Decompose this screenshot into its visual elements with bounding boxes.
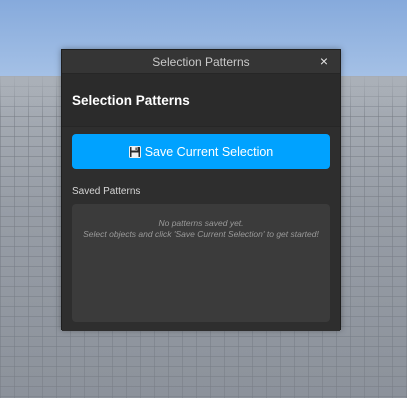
viewport-3d[interactable]: Selection Patterns × Selection Patterns …	[0, 0, 407, 398]
empty-state-line-2: Select objects and click 'Save Current S…	[83, 229, 319, 239]
empty-state-message: No patterns saved yet. Select objects an…	[72, 218, 330, 240]
close-icon[interactable]: ×	[316, 53, 332, 69]
empty-state-line-1: No patterns saved yet.	[158, 218, 244, 228]
window-titlebar[interactable]: Selection Patterns ×	[62, 50, 340, 74]
saved-patterns-label: Saved Patterns	[72, 186, 141, 197]
saved-patterns-list[interactable]: No patterns saved yet. Select objects an…	[72, 204, 330, 322]
window-title: Selection Patterns	[152, 54, 250, 69]
panel-header: Selection Patterns	[62, 74, 340, 127]
panel-heading: Selection Patterns	[72, 92, 190, 108]
selection-patterns-window: Selection Patterns × Selection Patterns …	[61, 49, 341, 331]
save-current-selection-button[interactable]: Save Current Selection	[72, 134, 330, 169]
save-button-label: Save Current Selection	[144, 144, 274, 159]
floppy-disk-icon	[128, 145, 141, 158]
window-content: Selection Patterns Save Current Selectio…	[62, 74, 340, 331]
